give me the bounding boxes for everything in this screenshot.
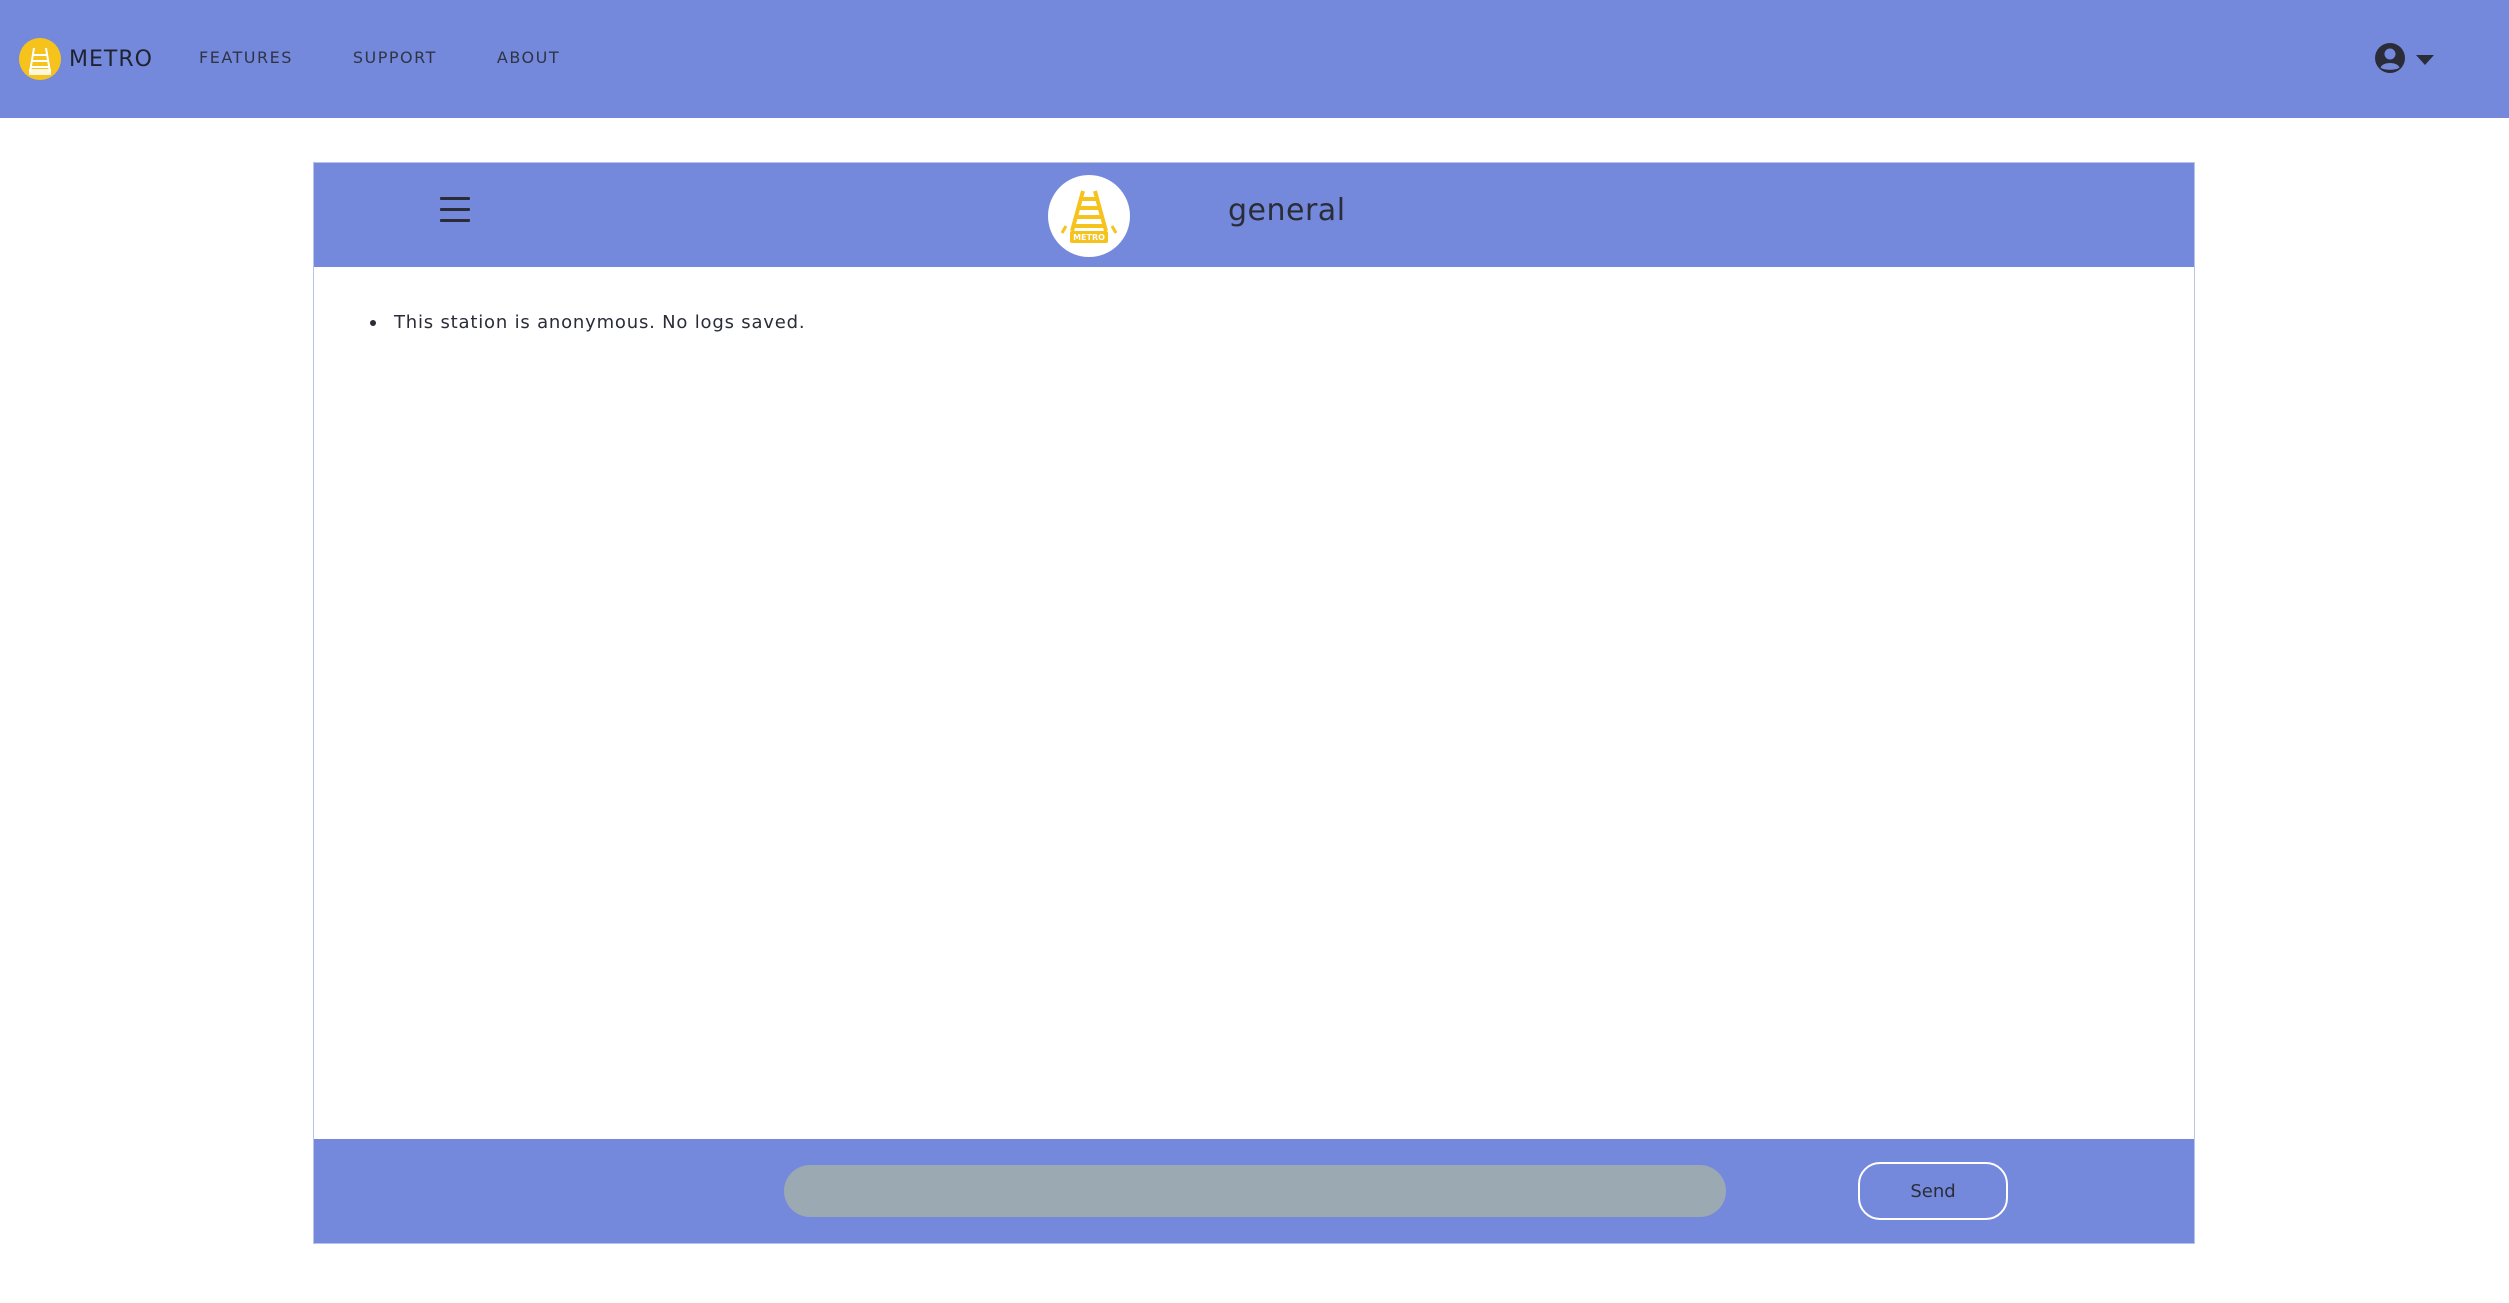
station-logo: METRO [1048, 175, 1130, 257]
brand-name: METRO [69, 46, 153, 72]
metro-logo-icon [19, 38, 61, 80]
brand[interactable]: METRO [19, 38, 153, 80]
user-menu[interactable] [2374, 42, 2434, 78]
logo-text: METRO [1073, 233, 1105, 242]
chat-panel: METRO general This station is anonymous.… [313, 162, 2195, 1244]
chat-footer: Send [314, 1139, 2194, 1243]
metro-logo-icon: METRO [1052, 179, 1126, 253]
message-list: This station is anonymous. No logs saved… [314, 267, 2194, 1141]
nav-links: FEATURES SUPPORT ABOUT [199, 48, 620, 67]
menu-icon[interactable] [440, 197, 470, 227]
chevron-down-icon [2416, 55, 2434, 65]
nav-link-features[interactable]: FEATURES [199, 48, 293, 67]
list-item: This station is anonymous. No logs saved… [370, 309, 2194, 337]
message-input[interactable] [784, 1165, 1726, 1217]
nav-link-support[interactable]: SUPPORT [353, 48, 437, 67]
chat-header: METRO general [314, 163, 2194, 267]
station-name: general [1228, 193, 1346, 228]
send-button[interactable]: Send [1858, 1162, 2008, 1220]
nav-link-about[interactable]: ABOUT [497, 48, 560, 67]
top-navbar: METRO FEATURES SUPPORT ABOUT [0, 0, 2509, 118]
user-circle-icon [2374, 42, 2406, 78]
